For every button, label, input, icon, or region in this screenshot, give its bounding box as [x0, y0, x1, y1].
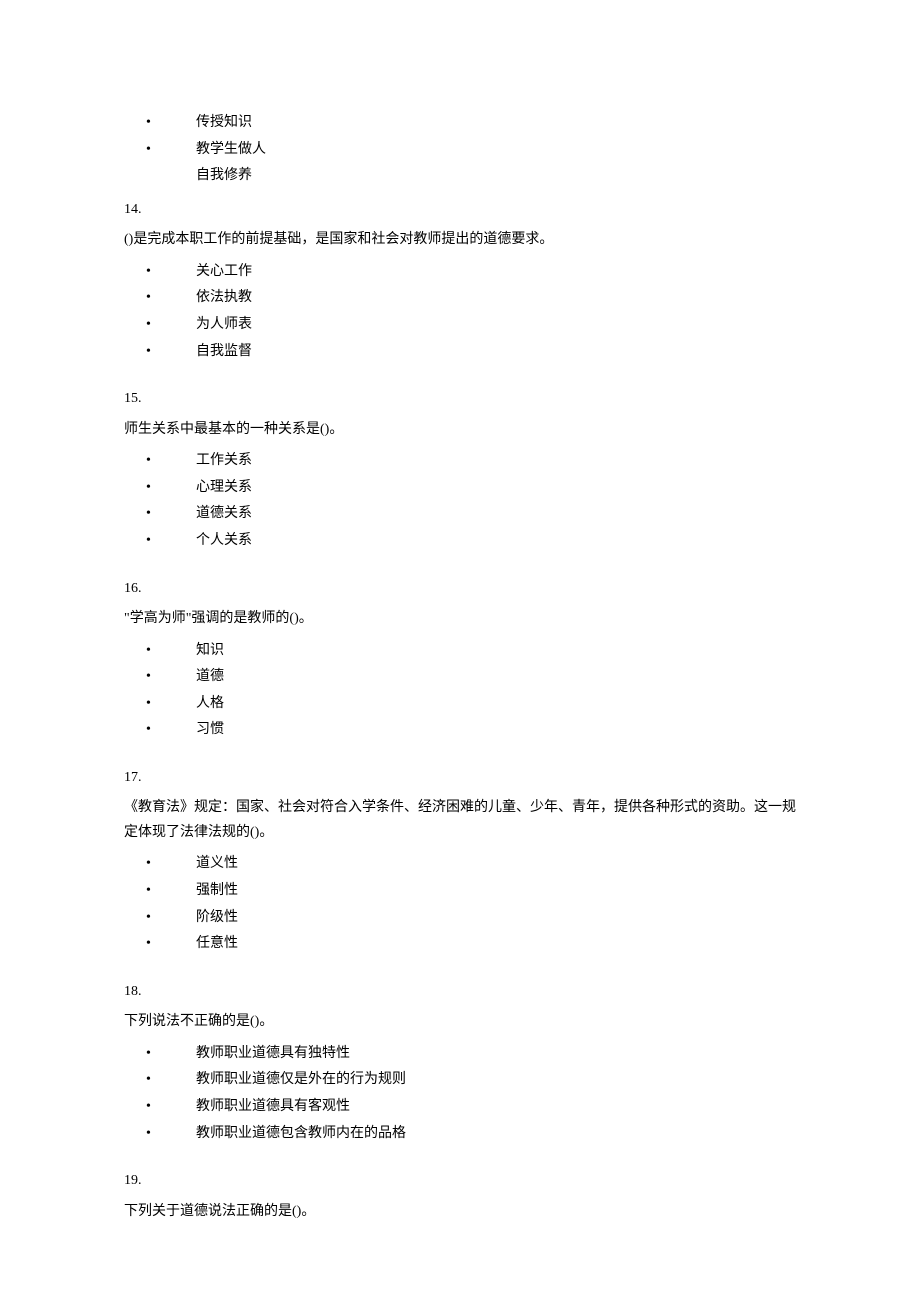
list-item: 人格	[124, 691, 796, 718]
question-number: 18.	[124, 980, 796, 1005]
question-number: 16.	[124, 577, 796, 602]
option-text: 阶级性	[196, 910, 238, 925]
option-text: 自我监督	[196, 344, 252, 359]
list-item: 自我监督	[124, 339, 796, 366]
list-item: 任意性	[124, 931, 796, 958]
question-18: 18. 下列说法不正确的是()。 教师职业道德具有独特性 教师职业道德仅是外在的…	[124, 980, 796, 1147]
option-text: 教师职业道德具有独特性	[196, 1046, 350, 1061]
list-item: 教师职业道德具有独特性	[124, 1041, 796, 1068]
question-options: 关心工作 依法执教 为人师表 自我监督	[124, 259, 796, 365]
option-text: 工作关系	[196, 453, 252, 468]
option-text: 依法执教	[196, 290, 252, 305]
preamble-options: 传授知识 教学生做人 自我修养	[124, 110, 796, 190]
question-number: 17.	[124, 766, 796, 791]
list-item: 教师职业道德仅是外在的行为规则	[124, 1067, 796, 1094]
option-text: 传授知识	[196, 115, 252, 130]
question-14: 14. ()是完成本职工作的前提基础，是国家和社会对教师提出的道德要求。 关心工…	[124, 198, 796, 365]
list-item: 教学生做人	[124, 137, 796, 164]
list-item: 道德关系	[124, 501, 796, 528]
question-text: 下列说法不正确的是()。	[124, 1010, 796, 1035]
question-text: 《教育法》规定：国家、社会对符合入学条件、经济困难的儿童、少年、青年，提供各种形…	[124, 796, 796, 845]
question-options: 工作关系 心理关系 道德关系 个人关系	[124, 448, 796, 554]
list-item: 习惯	[124, 717, 796, 744]
option-text: 关心工作	[196, 264, 252, 279]
list-item: 关心工作	[124, 259, 796, 286]
question-number: 15.	[124, 387, 796, 412]
option-text: 人格	[196, 696, 224, 711]
list-item: 强制性	[124, 878, 796, 905]
list-item: 教师职业道德包含教师内在的品格	[124, 1121, 796, 1148]
option-text: 道德	[196, 669, 224, 684]
list-item: 阶级性	[124, 905, 796, 932]
list-item: 心理关系	[124, 475, 796, 502]
question-text: 师生关系中最基本的一种关系是()。	[124, 418, 796, 443]
question-number: 14.	[124, 198, 796, 223]
option-text: 强制性	[196, 883, 238, 898]
option-text: 教学生做人	[196, 142, 266, 157]
option-text: 心理关系	[196, 480, 252, 495]
question-options: 教师职业道德具有独特性 教师职业道德仅是外在的行为规则 教师职业道德具有客观性 …	[124, 1041, 796, 1147]
list-item: 个人关系	[124, 528, 796, 555]
option-text: 道德关系	[196, 506, 252, 521]
question-19: 19. 下列关于道德说法正确的是()。	[124, 1169, 796, 1224]
list-item: 自我修养	[124, 163, 796, 190]
option-text: 习惯	[196, 722, 224, 737]
option-text: 为人师表	[196, 317, 252, 332]
list-item: 工作关系	[124, 448, 796, 475]
list-item: 道义性	[124, 851, 796, 878]
option-text: 教师职业道德仅是外在的行为规则	[196, 1072, 406, 1087]
option-text: 教师职业道德包含教师内在的品格	[196, 1126, 406, 1141]
option-text: 自我修养	[196, 168, 252, 183]
option-text: 知识	[196, 643, 224, 658]
question-text: ()是完成本职工作的前提基础，是国家和社会对教师提出的道德要求。	[124, 228, 796, 253]
list-item: 为人师表	[124, 312, 796, 339]
list-item: 道德	[124, 664, 796, 691]
question-17: 17. 《教育法》规定：国家、社会对符合入学条件、经济困难的儿童、少年、青年，提…	[124, 766, 796, 958]
list-item: 传授知识	[124, 110, 796, 137]
list-item: 依法执教	[124, 285, 796, 312]
question-options: 道义性 强制性 阶级性 任意性	[124, 851, 796, 957]
question-text: 下列关于道德说法正确的是()。	[124, 1200, 796, 1225]
option-text: 教师职业道德具有客观性	[196, 1099, 350, 1114]
list-item: 知识	[124, 638, 796, 665]
option-text: 道义性	[196, 856, 238, 871]
question-number: 19.	[124, 1169, 796, 1194]
option-text: 个人关系	[196, 533, 252, 548]
question-16: 16. "学高为师"强调的是教师的()。 知识 道德 人格 习惯	[124, 577, 796, 744]
option-text: 任意性	[196, 936, 238, 951]
list-item: 教师职业道德具有客观性	[124, 1094, 796, 1121]
question-15: 15. 师生关系中最基本的一种关系是()。 工作关系 心理关系 道德关系 个人关…	[124, 387, 796, 554]
question-text: "学高为师"强调的是教师的()。	[124, 607, 796, 632]
question-options: 知识 道德 人格 习惯	[124, 638, 796, 744]
